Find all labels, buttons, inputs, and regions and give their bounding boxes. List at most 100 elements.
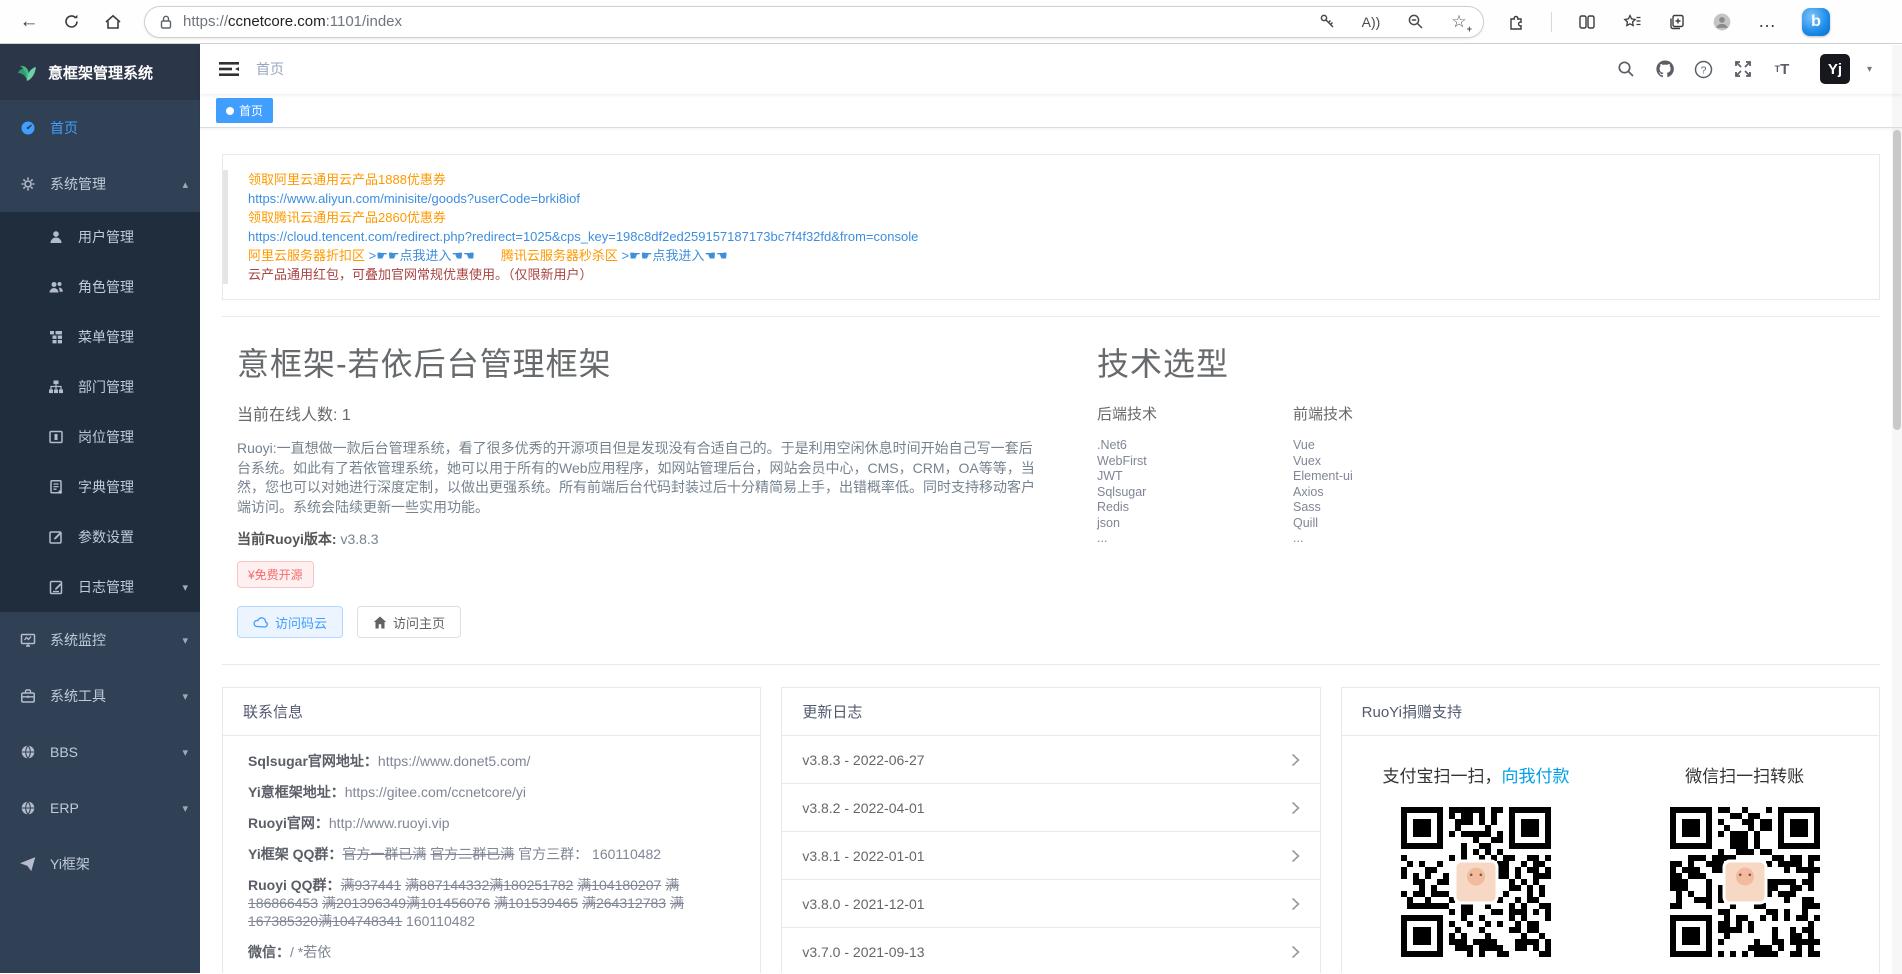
- changelog-entry: v3.8.1 - 2022-01-01: [802, 848, 924, 864]
- browser-home-button[interactable]: [92, 5, 134, 39]
- alipay-pay-link[interactable]: 向我付款: [1501, 767, 1569, 786]
- sidebar-item-parameter-settings[interactable]: 参数设置: [0, 512, 200, 562]
- collections-icon[interactable]: [1667, 12, 1687, 32]
- sitemap-icon: [48, 379, 64, 395]
- tech-item: ...: [1293, 531, 1463, 547]
- favorites-bar-icon[interactable]: [1622, 12, 1642, 32]
- sidebar-item-department-management[interactable]: 部门管理: [0, 362, 200, 412]
- sidebar-item-label: 日志管理: [78, 577, 134, 597]
- sidebar-item-log-management[interactable]: 日志管理 ▾: [0, 562, 200, 612]
- page-content: 领取阿里云通用云产品1888优惠券 https://www.aliyun.com/…: [200, 128, 1902, 973]
- user-menu-caret-icon[interactable]: ▾: [1867, 64, 1872, 75]
- changelog-row[interactable]: v3.7.0 - 2021-09-13: [782, 928, 1319, 973]
- contact-label: Yi意框架地址：: [248, 784, 345, 800]
- sidebar-collapse-icon[interactable]: [218, 58, 240, 80]
- sidebar-item-label: 菜单管理: [78, 327, 134, 347]
- contact-label: 微信：: [248, 944, 290, 960]
- browser-refresh-button[interactable]: [50, 5, 92, 39]
- tech-item: Sass: [1293, 500, 1463, 516]
- contact-value: 官方一群已满: [342, 846, 426, 862]
- browser-toolbar: ← https://ccnetcore.com:1101/index A)) ☆…: [0, 0, 1902, 44]
- bing-chat-icon[interactable]: b: [1802, 8, 1830, 36]
- browser-back-button[interactable]: ←: [8, 5, 50, 39]
- changelog-entry: v3.8.3 - 2022-06-27: [802, 752, 924, 768]
- tech-item: Axios: [1293, 485, 1463, 501]
- add-favorite-icon[interactable]: ☆+: [1449, 12, 1469, 32]
- system-submenu: 用户管理 角色管理 菜单管理 部门管理 岗位管理 字典管理: [0, 212, 200, 612]
- changelog-row[interactable]: v3.8.0 - 2021-12-01: [782, 880, 1319, 928]
- backend-title: 后端技术: [1097, 403, 1267, 424]
- contact-value: / *若依: [290, 944, 331, 960]
- tech-section: 技术选型 后端技术 .Net6WebFirstJWTSqlsugarRedisj…: [1097, 317, 1463, 638]
- sidebar-item-label: 系统监控: [50, 630, 106, 650]
- tag-home[interactable]: 首页: [216, 98, 273, 123]
- address-bar[interactable]: https://ccnetcore.com:1101/index A)) ☆+: [144, 6, 1484, 38]
- password-key-icon[interactable]: [1317, 12, 1337, 32]
- sidebar-item-role-management[interactable]: 角色管理: [0, 262, 200, 312]
- notice-link[interactable]: >☛☛点我进入☚☚: [369, 248, 475, 263]
- extensions-icon[interactable]: [1506, 12, 1526, 32]
- font-size-icon[interactable]: TT: [1771, 58, 1793, 80]
- notice-link[interactable]: >☛☛点我进入☚☚: [621, 248, 727, 263]
- sidebar-item-yi-framework[interactable]: Yi框架: [0, 836, 200, 892]
- sidebar-item-bbs[interactable]: BBS ▾: [0, 724, 200, 780]
- sidebar-item-home[interactable]: 首页: [0, 100, 200, 156]
- chevron-down-icon: ▾: [182, 634, 188, 647]
- sidebar-item-system-monitor[interactable]: 系统监控 ▾: [0, 612, 200, 668]
- notice-link[interactable]: https://www.aliyun.com/minisite/goods?us…: [248, 191, 580, 206]
- sidebar-item-label: 角色管理: [78, 277, 134, 297]
- changelog-row[interactable]: v3.8.1 - 2022-01-01: [782, 832, 1319, 880]
- read-aloud-icon[interactable]: A)): [1361, 12, 1381, 32]
- visit-homepage-button[interactable]: 访问主页: [357, 606, 461, 638]
- notice-link[interactable]: https://cloud.tencent.com/redirect.php?r…: [248, 229, 918, 244]
- frontend-title: 前端技术: [1293, 403, 1463, 424]
- donate-card-title: RuoYi捐赠支持: [1342, 688, 1879, 736]
- sidebar-item-system-management[interactable]: 系统管理 ▴: [0, 156, 200, 212]
- help-icon[interactable]: ?: [1693, 58, 1715, 80]
- tech-title: 技术选型: [1097, 339, 1463, 385]
- sidebar-item-menu-management[interactable]: 菜单管理: [0, 312, 200, 362]
- sidebar-item-user-management[interactable]: 用户管理: [0, 212, 200, 262]
- chevron-right-icon: [1291, 849, 1300, 863]
- contact-value: http://www.ruoyi.vip: [329, 815, 450, 831]
- chevron-up-icon: ▴: [182, 178, 188, 191]
- split-screen-icon[interactable]: [1577, 12, 1597, 32]
- changelog-row[interactable]: v3.8.3 - 2022-06-27: [782, 736, 1319, 784]
- contact-value: 官方三群： 160110482: [514, 846, 661, 862]
- sidebar-item-label: 字典管理: [78, 477, 134, 497]
- fullscreen-icon[interactable]: [1732, 58, 1754, 80]
- github-icon[interactable]: [1654, 58, 1676, 80]
- sidebar-item-erp[interactable]: ERP ▾: [0, 780, 200, 836]
- chevron-right-icon: [1291, 945, 1300, 959]
- search-icon[interactable]: [1615, 58, 1637, 80]
- changelog-row[interactable]: v3.8.2 - 2022-04-01: [782, 784, 1319, 832]
- zoom-out-icon[interactable]: [1405, 12, 1425, 32]
- sidebar-item-post-management[interactable]: 岗位管理: [0, 412, 200, 462]
- changelog-list: v3.8.3 - 2022-06-27 v3.8.2 - 2022-04-01 v3…: [782, 736, 1319, 973]
- sidebar-item-label: 参数设置: [78, 527, 134, 547]
- visit-gitee-button[interactable]: 访问码云: [237, 606, 343, 638]
- scrollbar-thumb[interactable]: [1893, 130, 1901, 430]
- contact-value: 满887144332: [405, 877, 489, 893]
- users-icon: [48, 279, 64, 295]
- dashboard-icon: [20, 120, 36, 136]
- notice-text: 领取阿里云通用云产品1888优惠券: [248, 172, 446, 187]
- sidebar-item-label: ERP: [50, 800, 79, 816]
- globe-icon: [20, 800, 36, 816]
- contact-row: 微信：/ *若依: [248, 943, 735, 961]
- notice-board: 领取阿里云通用云产品1888优惠券 https://www.aliyun.com/…: [222, 154, 1880, 300]
- browser-menu-icon[interactable]: …: [1757, 12, 1777, 32]
- notice-line: https://www.aliyun.com/minisite/goods?us…: [248, 189, 1859, 208]
- top-navbar: 首页 ? TT Yj ▾: [200, 44, 1902, 94]
- user-avatar[interactable]: Yj: [1820, 54, 1850, 84]
- sidebar-item-label: 用户管理: [78, 227, 134, 247]
- breadcrumb[interactable]: 首页: [256, 59, 284, 79]
- chevron-right-icon: [1291, 897, 1300, 911]
- sidebar-item-dictionary-management[interactable]: 字典管理: [0, 462, 200, 512]
- contact-label: Sqlsugar官网地址：: [248, 753, 378, 769]
- sidebar-item-system-tools[interactable]: 系统工具 ▾: [0, 668, 200, 724]
- toolbox-icon: [20, 688, 36, 704]
- contact-value: 满104748341: [318, 913, 402, 929]
- profile-avatar-icon[interactable]: [1712, 12, 1732, 32]
- sidebar-item-label: Yi框架: [50, 854, 90, 874]
